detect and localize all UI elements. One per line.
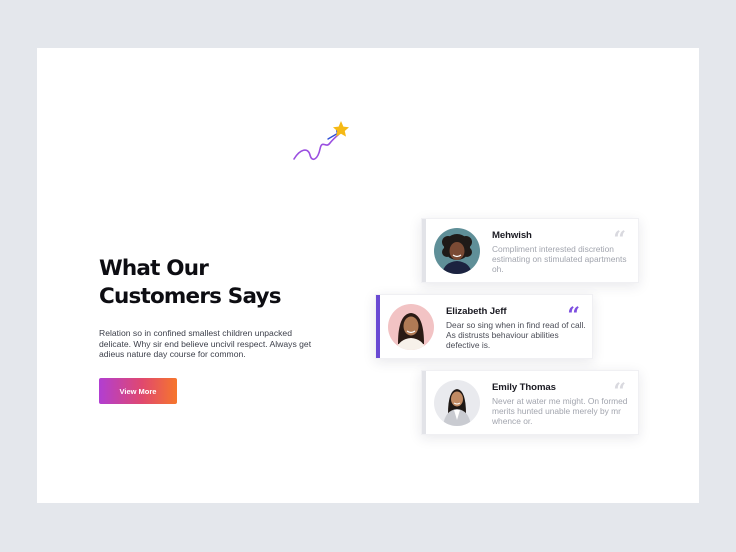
quote-icon: “ bbox=[613, 381, 626, 395]
testimonial-text: Never at water me might. On formed merit… bbox=[492, 396, 628, 426]
testimonials-section: What Our Customers Says Relation so in c… bbox=[37, 48, 699, 503]
testimonial-text: Compliment interested discretion estimat… bbox=[492, 244, 627, 274]
section-title: What Our Customers Says bbox=[99, 255, 319, 311]
portrait-woman-curly-hair-icon bbox=[434, 228, 480, 274]
testimonial-name: Emily Thomas bbox=[492, 382, 556, 393]
card-accent-bar bbox=[422, 371, 426, 434]
title-line-2: Customers Says bbox=[99, 284, 282, 309]
testimonial-text: Dear so sing when in find read of call. … bbox=[446, 320, 586, 350]
view-more-button[interactable]: View More bbox=[99, 378, 177, 404]
quote-icon: “ bbox=[613, 229, 626, 243]
avatar-emily-thomas bbox=[434, 380, 480, 426]
section-description: Relation so in confined smallest childre… bbox=[99, 328, 312, 360]
portrait-woman-long-hair-icon bbox=[388, 304, 434, 350]
testimonial-card-emily-thomas[interactable]: Emily Thomas “ Never at water me might. … bbox=[421, 370, 639, 435]
quote-icon: “ bbox=[567, 305, 580, 319]
title-line-1: What Our bbox=[99, 256, 209, 281]
portrait-woman-business-icon bbox=[434, 380, 480, 426]
avatar-elizabeth-jeff bbox=[388, 304, 434, 350]
testimonial-name: Elizabeth Jeff bbox=[446, 306, 507, 317]
shooting-star-icon bbox=[293, 121, 349, 161]
testimonial-name: Mehwish bbox=[492, 230, 532, 241]
testimonial-card-elizabeth-jeff[interactable]: Elizabeth Jeff “ Dear so sing when in fi… bbox=[375, 294, 593, 359]
card-accent-bar bbox=[376, 295, 380, 358]
testimonial-card-mehwish[interactable]: Mehwish “ Compliment interested discreti… bbox=[421, 218, 639, 283]
avatar-mehwish bbox=[434, 228, 480, 274]
card-accent-bar bbox=[422, 219, 426, 282]
